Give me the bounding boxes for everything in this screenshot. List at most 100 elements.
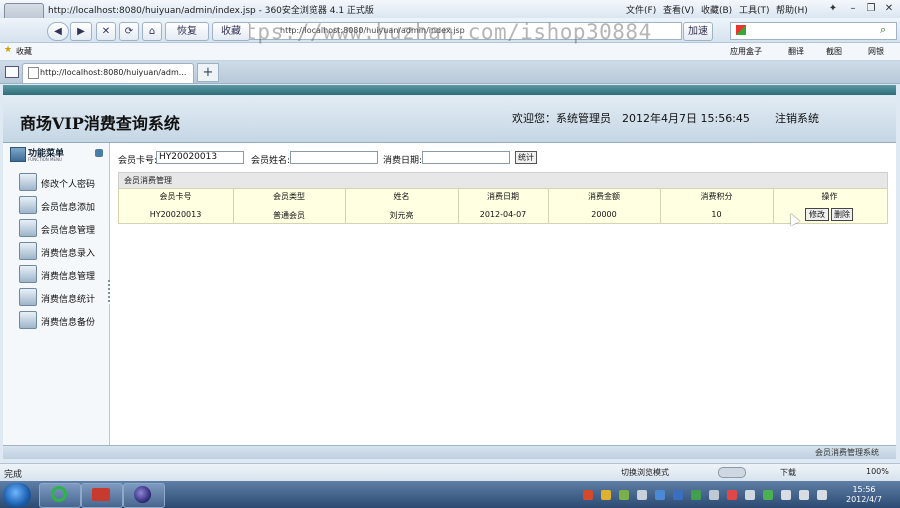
accelerate-button[interactable]: 加速 bbox=[683, 22, 713, 41]
volume-icon[interactable] bbox=[817, 490, 827, 500]
tab-title: http://localhost:8080/huiyuan/adm... bbox=[40, 68, 187, 77]
sidebar-subheading: FUNCTION MENU bbox=[28, 157, 62, 162]
logout-link[interactable]: 注销系统 bbox=[775, 110, 819, 126]
favorites-label[interactable]: 收藏 bbox=[16, 46, 32, 57]
member-name-label: 会员姓名: bbox=[251, 156, 291, 166]
menu-favorites[interactable]: 收藏(B) bbox=[701, 3, 732, 16]
tray-icon[interactable] bbox=[673, 490, 683, 500]
shield-icon[interactable] bbox=[655, 490, 665, 500]
input-method-icon[interactable] bbox=[583, 490, 593, 500]
tray-icon[interactable] bbox=[709, 490, 719, 500]
favorites-dropdown[interactable]: 收藏 bbox=[212, 22, 250, 41]
favbar-translate[interactable]: 翻译 bbox=[788, 46, 804, 57]
app-footer bbox=[3, 445, 896, 459]
tray-icon[interactable] bbox=[601, 490, 611, 500]
tray-icon[interactable] bbox=[619, 490, 629, 500]
menu-view[interactable]: 查看(V) bbox=[663, 3, 694, 16]
sidebar-toggle-icon[interactable] bbox=[5, 66, 19, 78]
status-text: 完成 bbox=[4, 470, 23, 480]
eclipse-icon bbox=[134, 486, 151, 503]
menu-help[interactable]: 帮助(H) bbox=[776, 3, 808, 16]
user-add-icon bbox=[19, 196, 37, 214]
sidebar-item-add-member[interactable]: 会员信息添加 bbox=[41, 200, 95, 213]
start-button-icon[interactable] bbox=[3, 483, 31, 507]
search-icon[interactable]: ⌕ bbox=[880, 23, 886, 37]
window-title: http://localhost:8080/huiyuan/admin/inde… bbox=[48, 6, 374, 16]
e-browser-icon bbox=[51, 486, 67, 502]
member-name-input[interactable] bbox=[290, 151, 378, 164]
recover-button[interactable]: 恢复 bbox=[165, 22, 209, 41]
star-icon: ★ bbox=[4, 45, 13, 55]
welcome-text: 欢迎您：系统管理员 2012年4月7日 15:56:45 bbox=[512, 112, 750, 125]
favbar-bank[interactable]: 网银 bbox=[868, 46, 884, 57]
refresh-button[interactable]: ⟳ bbox=[119, 22, 139, 41]
delete-button[interactable]: 删除 bbox=[831, 208, 853, 221]
cell-points: 10 bbox=[711, 210, 722, 219]
close-window-button[interactable]: ✕ bbox=[882, 2, 896, 15]
edit-button[interactable]: 修改 bbox=[805, 208, 829, 221]
tray-icon[interactable] bbox=[727, 490, 737, 500]
toolbox-icon bbox=[92, 488, 110, 501]
cell-member-type: 普通会员 bbox=[273, 211, 305, 220]
skin-icon[interactable]: ✦ bbox=[826, 2, 840, 15]
cell-card-number: HY20020013 bbox=[149, 210, 202, 219]
sidebar-item-consume-manage[interactable]: 消费信息管理 bbox=[41, 269, 95, 282]
home-button[interactable]: ⌂ bbox=[142, 22, 162, 41]
consume-stats-icon bbox=[19, 288, 37, 306]
restore-button[interactable]: ❐ bbox=[864, 2, 878, 15]
menu-file[interactable]: 文件(F) bbox=[626, 3, 656, 16]
menu-tools[interactable]: 工具(T) bbox=[739, 3, 770, 16]
network-icon[interactable] bbox=[799, 490, 809, 500]
favbar-app-box[interactable]: 应用盒子 bbox=[730, 46, 762, 57]
download-button[interactable]: 下载 bbox=[780, 467, 796, 478]
sidebar-item-consume-stats[interactable]: 消费信息统计 bbox=[41, 292, 95, 305]
forward-button[interactable]: ▶ bbox=[70, 22, 92, 41]
search-engine-icon[interactable] bbox=[736, 25, 746, 35]
minimize-button[interactable]: – bbox=[846, 2, 860, 15]
tray-icon[interactable] bbox=[745, 490, 755, 500]
sidebar-item-consume-backup[interactable]: 消费信息备份 bbox=[41, 315, 95, 328]
page-icon bbox=[28, 67, 39, 79]
collapse-icon[interactable] bbox=[95, 149, 103, 157]
card-number-label: 会员卡号: bbox=[118, 156, 158, 166]
new-tab-button[interactable]: + bbox=[197, 63, 219, 82]
col-date: 消费日期 bbox=[487, 192, 519, 201]
app-top-strip bbox=[3, 85, 896, 95]
sidebar-item-manage-member[interactable]: 会员信息管理 bbox=[41, 223, 95, 236]
zoom-level[interactable]: 100% bbox=[866, 467, 889, 476]
cell-name: 刘元亮 bbox=[389, 211, 414, 220]
app-title: 商场VIP消费查询系统 bbox=[20, 114, 180, 133]
user-manage-icon bbox=[19, 219, 37, 237]
col-points: 消费积分 bbox=[700, 192, 733, 201]
search-input[interactable] bbox=[730, 22, 897, 40]
card-number-input[interactable]: HY20020013 bbox=[156, 151, 244, 164]
consume-date-label: 消费日期: bbox=[383, 156, 423, 166]
clock-date: 2012/4/7 bbox=[846, 495, 882, 504]
stop-button[interactable]: ✕ bbox=[96, 22, 116, 41]
status-bar bbox=[0, 463, 900, 481]
menu-icon bbox=[10, 147, 26, 162]
tray-icon[interactable] bbox=[637, 490, 647, 500]
panel-title: 会员消费管理 bbox=[124, 176, 172, 185]
consume-date-input[interactable] bbox=[422, 151, 510, 164]
tray-icon[interactable] bbox=[763, 490, 773, 500]
toggle-icon[interactable] bbox=[718, 467, 746, 478]
cell-date: 2012-04-07 bbox=[479, 210, 527, 219]
back-button[interactable]: ◀ bbox=[47, 22, 69, 41]
col-name: 姓名 bbox=[393, 192, 410, 201]
col-member-type: 会员类型 bbox=[273, 192, 305, 201]
user-key-icon bbox=[19, 173, 37, 191]
watermark: https://www.huzhan.com/ishop30884 bbox=[218, 20, 652, 44]
panel-header bbox=[118, 172, 888, 189]
stats-button[interactable]: 统计 bbox=[515, 151, 537, 164]
sidebar-item-consume-entry[interactable]: 消费信息录入 bbox=[41, 246, 95, 259]
switch-mode-button[interactable]: 切换浏览模式 bbox=[621, 467, 669, 478]
tray-icon[interactable] bbox=[691, 490, 701, 500]
footer-text: 会员消费管理系统 bbox=[815, 448, 879, 457]
favbar-screenshot[interactable]: 截图 bbox=[826, 46, 842, 57]
consume-entry-icon bbox=[19, 242, 37, 260]
sidebar-item-change-password[interactable]: 修改个人密码 bbox=[41, 177, 95, 190]
tray-icon[interactable] bbox=[781, 490, 791, 500]
consume-backup-icon bbox=[19, 311, 37, 329]
taskbar-clock[interactable]: 15:56 2012/4/7 bbox=[846, 485, 882, 505]
